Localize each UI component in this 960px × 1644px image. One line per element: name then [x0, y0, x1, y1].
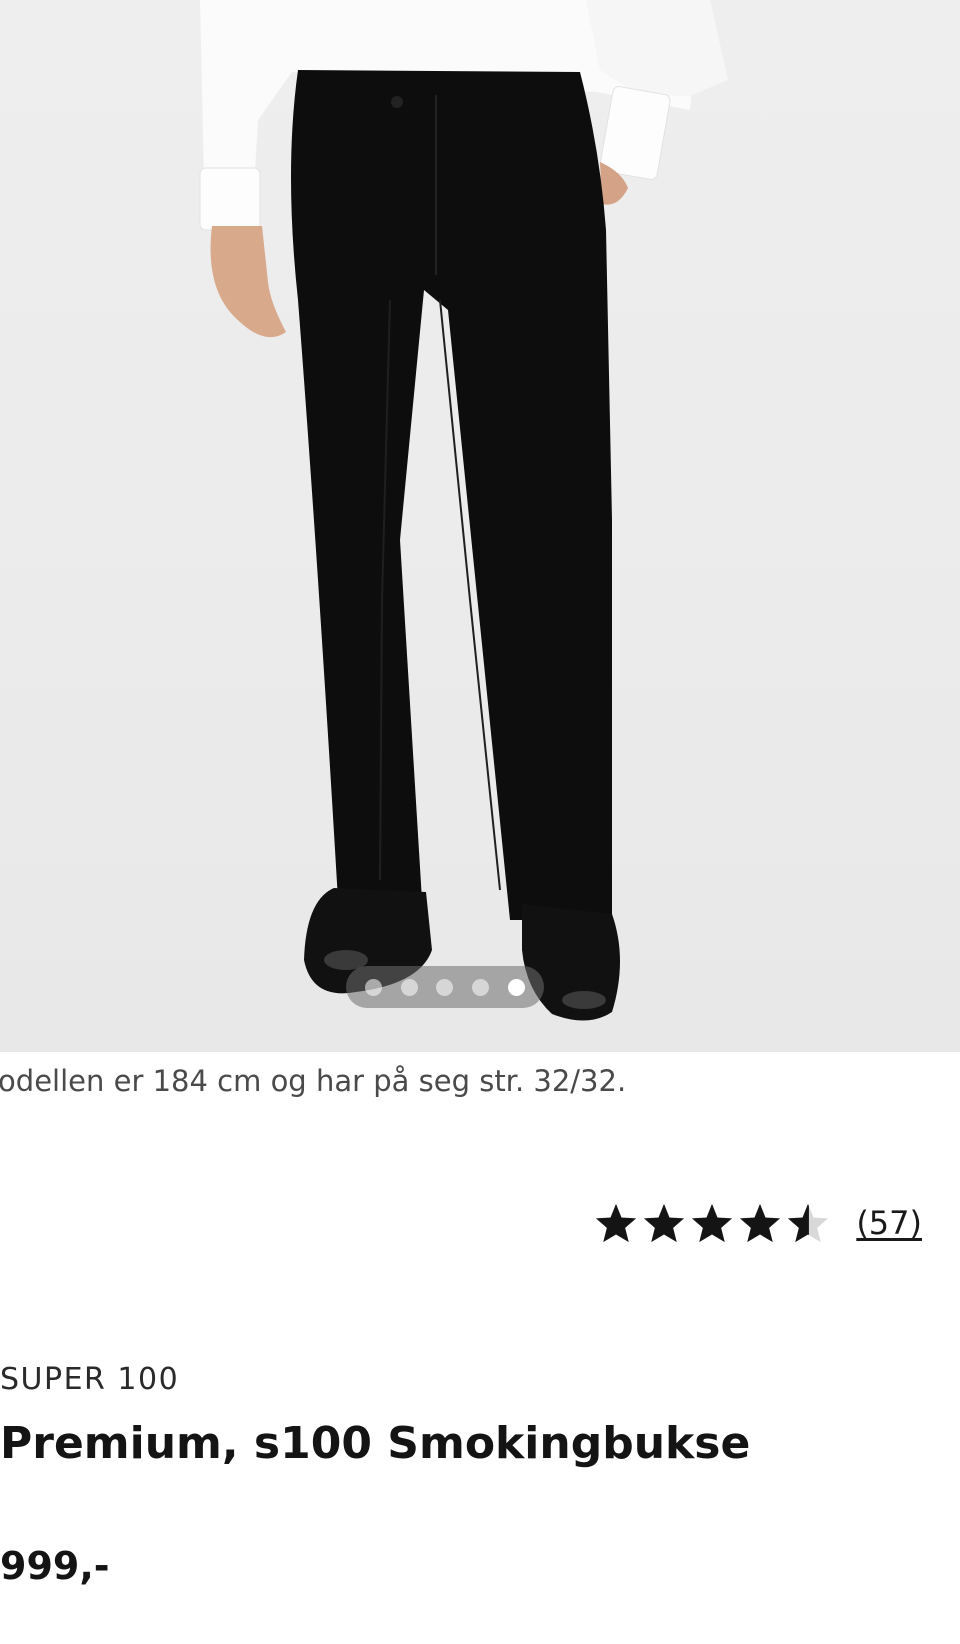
- review-count-link[interactable]: (57): [856, 1204, 922, 1242]
- star-rating: [594, 1202, 830, 1244]
- carousel-indicator[interactable]: [346, 966, 544, 1008]
- star-half-icon: [788, 1203, 829, 1243]
- product-title: Premium, s100 Smokingbukse: [0, 1418, 751, 1469]
- carousel-dot-active[interactable]: [508, 978, 526, 996]
- star-icon: [596, 1203, 637, 1243]
- brand-name: SUPER 100: [0, 1362, 180, 1397]
- product-rating[interactable]: (57): [594, 1202, 922, 1244]
- carousel-dot[interactable]: [472, 978, 490, 996]
- carousel-dot[interactable]: [400, 978, 418, 996]
- model-caption: lodellen er 184 cm og har på seg str. 32…: [0, 1064, 627, 1098]
- carousel-dot[interactable]: [364, 978, 382, 996]
- star-icon: [740, 1203, 781, 1243]
- product-price: 999,-: [0, 1544, 110, 1588]
- star-icon: [692, 1203, 733, 1243]
- carousel-dot[interactable]: [436, 978, 454, 996]
- star-icon: [644, 1203, 685, 1243]
- product-image[interactable]: [0, 0, 960, 1052]
- product-photo: [199, 0, 728, 1021]
